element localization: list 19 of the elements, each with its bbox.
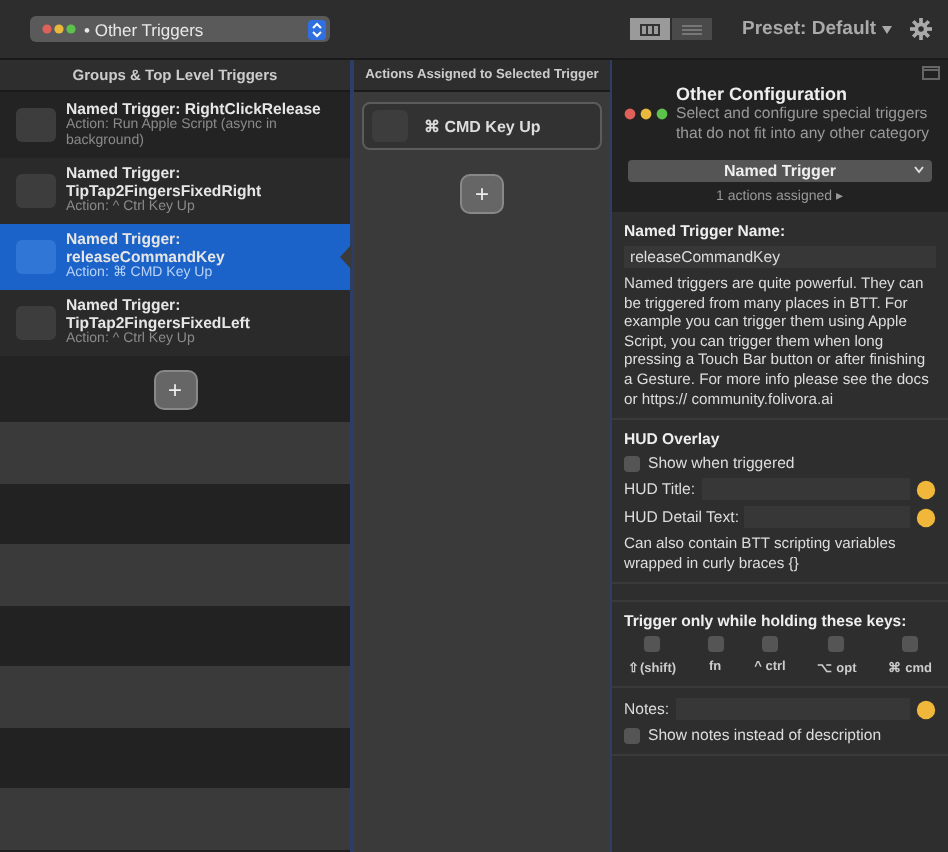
columns-view-button[interactable] [630, 18, 670, 40]
window-icon[interactable] [922, 66, 940, 80]
group-popup[interactable]: • Other Triggers [30, 16, 330, 42]
chevron-icon [914, 166, 924, 174]
add-action-button[interactable]: + [460, 174, 504, 214]
add-trigger-button[interactable]: + [153, 369, 197, 409]
traffic-lights-icon [42, 24, 78, 34]
traffic-lights-icon [624, 107, 668, 119]
trigger-type-dropdown[interactable]: Named Trigger [628, 160, 932, 182]
settings-icon[interactable] [910, 18, 932, 40]
preset-menu[interactable]: Preset: Default [742, 18, 877, 40]
stepper-icon [308, 19, 326, 39]
config-title: Other Configuration [676, 84, 849, 104]
columns-icon [640, 23, 660, 35]
list-icon [682, 23, 702, 35]
action-label: ⌘ CMD Key Up [424, 117, 541, 135]
caret-icon [882, 25, 893, 33]
action-item[interactable]: ⌘ CMD Key Up [362, 102, 602, 150]
trigger-thumbnail [16, 108, 56, 142]
